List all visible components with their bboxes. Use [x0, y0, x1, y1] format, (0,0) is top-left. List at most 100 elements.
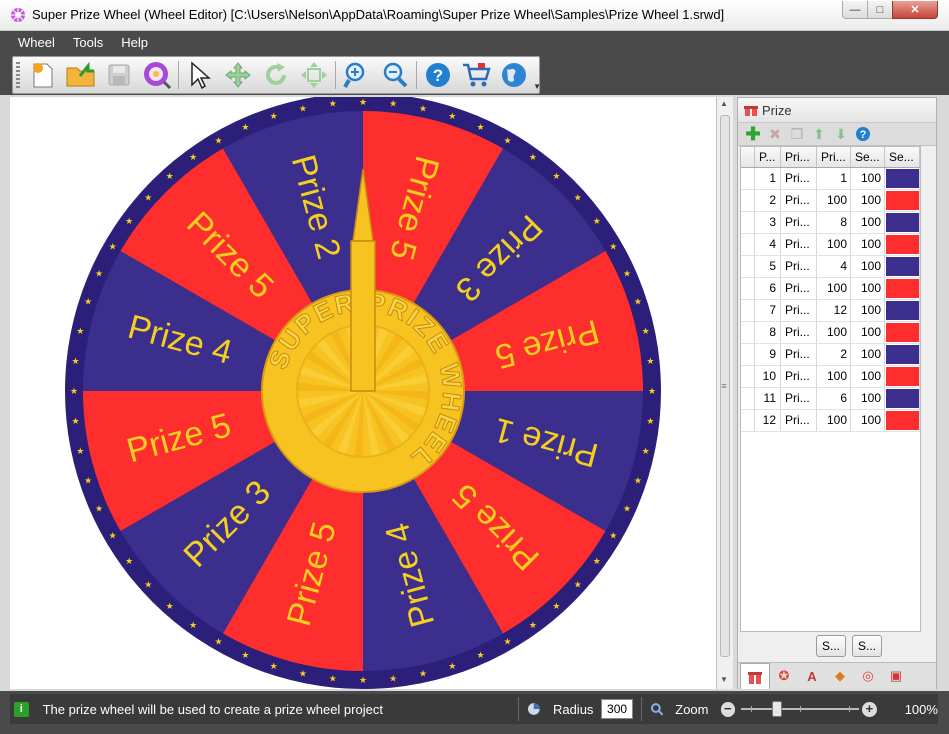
prize-number-cell[interactable]: 7	[755, 300, 781, 321]
table-row[interactable]: 10 Pri... 100 100	[741, 366, 920, 388]
prize-setting-cell[interactable]: 100	[851, 410, 885, 431]
move-button[interactable]	[219, 58, 257, 92]
prize-setting-cell[interactable]: 100	[851, 256, 885, 277]
prize-color-cell[interactable]	[885, 234, 920, 255]
prize-table[interactable]: P... Pri... Pri... Se... Se... 1 Pri... 1 1…	[740, 146, 921, 632]
panel-button-1[interactable]: S...	[816, 635, 846, 657]
column-header[interactable]: Pri...	[781, 147, 817, 167]
prize-number-cell[interactable]: 11	[755, 388, 781, 409]
prize-number-cell[interactable]: 6	[755, 278, 781, 299]
rotate-button[interactable]	[257, 58, 295, 92]
radius-input[interactable]: 300	[601, 699, 633, 719]
add-prize-icon[interactable]: ✚	[742, 124, 764, 144]
prize-name-cell[interactable]: Pri...	[781, 234, 817, 255]
prize-probability-cell[interactable]: 100	[817, 278, 851, 299]
select-pointer-button[interactable]	[181, 58, 219, 92]
prize-name-cell[interactable]: Pri...	[781, 388, 817, 409]
toolbar-overflow-icon[interactable]: ▼	[533, 82, 541, 91]
table-row[interactable]: 7 Pri... 12 100	[741, 300, 920, 322]
zoom-in-button[interactable]	[338, 58, 376, 92]
prize-number-cell[interactable]: 2	[755, 190, 781, 211]
tab-ring[interactable]: ◎	[854, 664, 882, 688]
prize-color-cell[interactable]	[885, 212, 920, 233]
prize-number-cell[interactable]: 9	[755, 344, 781, 365]
prize-color-cell[interactable]	[885, 322, 920, 343]
minimize-button[interactable]: —	[842, 1, 868, 19]
help-button[interactable]: ?	[419, 58, 457, 92]
move-down-icon[interactable]: ⬇	[830, 124, 852, 144]
new-wheel-button[interactable]	[24, 58, 62, 92]
prize-probability-cell[interactable]: 100	[817, 410, 851, 431]
prize-color-cell[interactable]	[885, 300, 920, 321]
prize-color-cell[interactable]	[885, 278, 920, 299]
prize-setting-cell[interactable]: 100	[851, 388, 885, 409]
prize-setting-cell[interactable]: 100	[851, 234, 885, 255]
column-header[interactable]: Se...	[885, 147, 920, 167]
website-button[interactable]	[495, 58, 533, 92]
prize-name-cell[interactable]: Pri...	[781, 212, 817, 233]
table-row[interactable]: 4 Pri... 100 100	[741, 234, 920, 256]
copy-prize-icon[interactable]: ❐	[786, 124, 808, 144]
scroll-down-icon[interactable]: ▼	[720, 675, 728, 684]
prize-setting-cell[interactable]: 100	[851, 366, 885, 387]
buy-button[interactable]	[457, 58, 495, 92]
zoom-in-small-button[interactable]: +	[862, 701, 877, 717]
table-row[interactable]: 8 Pri... 100 100	[741, 322, 920, 344]
table-row[interactable]: 11 Pri... 6 100	[741, 388, 920, 410]
prize-help-icon[interactable]: ?	[852, 124, 874, 144]
table-row[interactable]: 5 Pri... 4 100	[741, 256, 920, 278]
prize-setting-cell[interactable]: 100	[851, 168, 885, 189]
panel-button-2[interactable]: S...	[852, 635, 882, 657]
table-row[interactable]: 12 Pri... 100 100	[741, 410, 920, 432]
save-wheel-button[interactable]	[100, 58, 138, 92]
prize-probability-cell[interactable]: 2	[817, 344, 851, 365]
prize-wheel[interactable]: ★ ★ ★ ★ ★ ★ ★ ★ ★ ★ ★ ★ ★ ★ ★ ★ ★ ★ ★ ★ ★ ★ ★ ★ ★ ★ ★ ★ ★ ★ ★ ★ ★ ★ ★ ★ ★ ★ ★ ★…	[10, 97, 716, 689]
prize-number-cell[interactable]: 3	[755, 212, 781, 233]
toolbar-grip[interactable]	[16, 62, 20, 88]
prize-setting-cell[interactable]: 100	[851, 344, 885, 365]
move-up-icon[interactable]: ⬆	[808, 124, 830, 144]
table-row[interactable]: 3 Pri... 8 100	[741, 212, 920, 234]
tab-prize[interactable]	[740, 663, 770, 689]
prize-name-cell[interactable]: Pri...	[781, 168, 817, 189]
prize-color-cell[interactable]	[885, 344, 920, 365]
prize-name-cell[interactable]: Pri...	[781, 322, 817, 343]
prize-name-cell[interactable]: Pri...	[781, 278, 817, 299]
prize-probability-cell[interactable]: 8	[817, 212, 851, 233]
prize-setting-cell[interactable]: 100	[851, 278, 885, 299]
prize-number-cell[interactable]: 5	[755, 256, 781, 277]
prize-probability-cell[interactable]: 6	[817, 388, 851, 409]
column-header[interactable]: Se...	[851, 147, 885, 167]
table-row[interactable]: 6 Pri... 100 100	[741, 278, 920, 300]
zoom-out-button[interactable]	[376, 58, 414, 92]
maximize-button[interactable]: □	[867, 1, 893, 19]
prize-setting-cell[interactable]: 100	[851, 212, 885, 233]
zoom-slider[interactable]	[741, 701, 860, 717]
prize-number-cell[interactable]: 10	[755, 366, 781, 387]
resize-button[interactable]	[295, 58, 333, 92]
prize-color-cell[interactable]	[885, 388, 920, 409]
menu-tools[interactable]: Tools	[65, 31, 111, 55]
prize-number-cell[interactable]: 1	[755, 168, 781, 189]
wheel-preview-button[interactable]	[138, 58, 176, 92]
column-header[interactable]: P...	[755, 147, 781, 167]
prize-number-cell[interactable]: 8	[755, 322, 781, 343]
table-row[interactable]: 9 Pri... 2 100	[741, 344, 920, 366]
zoom-slider-thumb[interactable]	[772, 701, 783, 717]
prize-name-cell[interactable]: Pri...	[781, 410, 817, 431]
delete-prize-icon[interactable]: ✖	[764, 124, 786, 144]
prize-number-cell[interactable]: 12	[755, 410, 781, 431]
table-row[interactable]: 1 Pri... 1 100	[741, 168, 920, 190]
open-wheel-button[interactable]	[62, 58, 100, 92]
tab-background[interactable]: ▣	[882, 664, 910, 688]
prize-color-cell[interactable]	[885, 256, 920, 277]
prize-probability-cell[interactable]: 1	[817, 168, 851, 189]
prize-color-cell[interactable]	[885, 190, 920, 211]
tab-text[interactable]: A	[798, 664, 826, 688]
prize-color-cell[interactable]	[885, 168, 920, 189]
prize-probability-cell[interactable]: 4	[817, 256, 851, 277]
prize-setting-cell[interactable]: 100	[851, 300, 885, 321]
prize-name-cell[interactable]: Pri...	[781, 366, 817, 387]
tab-marker[interactable]: ◆	[826, 664, 854, 688]
close-button[interactable]: ✕	[892, 1, 938, 19]
